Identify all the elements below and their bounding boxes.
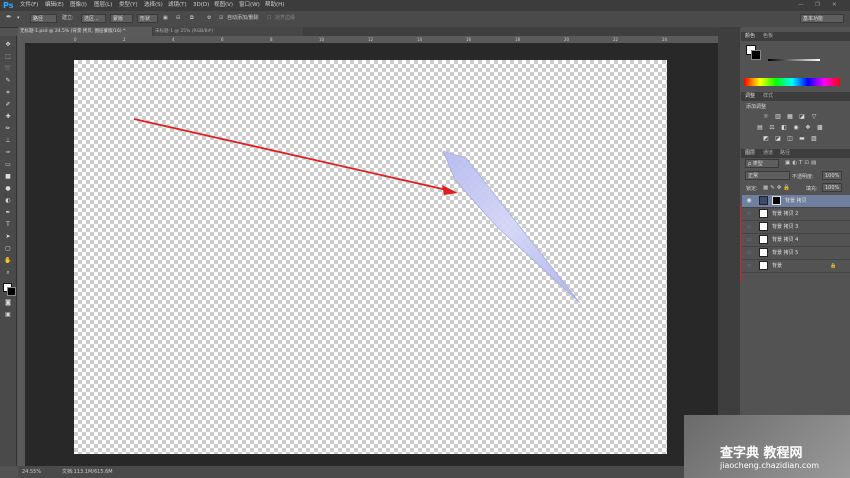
fill-label: 填充: [806,186,818,192]
layer-name[interactable]: 背景 拷贝 5 [772,247,798,259]
lock-icons[interactable]: ▦✎✥🔒 [763,185,792,191]
visibility-eye-icon[interactable]: ▫ [745,260,753,272]
adjust-tab[interactable]: 调整 [745,92,755,101]
levels-icon[interactable]: ▥ [774,113,782,120]
layer-thumbnail [759,261,768,270]
zoom-level[interactable]: 24.55% [22,466,41,478]
opacity-input[interactable]: 100% [822,171,842,180]
layer-thumbnail [759,235,768,244]
color-slider[interactable] [768,59,820,61]
adjustments-panel-header: 调整 样式 [741,92,850,101]
posterize-icon[interactable]: ◪ [774,135,782,142]
style-tab[interactable]: 样式 [763,92,773,101]
layers-panel-header: 图层 通道 路径 [741,149,850,158]
color-panel-header: 颜色 色板 [741,32,850,41]
lock-label: 锁定: [746,186,758,192]
color-spectrum[interactable] [744,78,840,86]
annotation-arrow-head [442,185,458,195]
hue-icon[interactable]: ▤ [756,124,764,131]
vibrance-icon[interactable]: ▽ [810,113,818,120]
blend-mode-select[interactable]: 正常 [745,171,790,180]
layer-name[interactable]: 背景 拷贝 [785,195,807,207]
photo-filter-icon[interactable]: ◉ [792,124,800,131]
visibility-eye-icon[interactable]: ▫ [745,247,753,259]
lookup-icon[interactable]: ▩ [816,124,824,131]
watermark-url: jiaocheng.chazidian.com [720,461,820,470]
color-tab[interactable]: 颜色 [745,32,755,41]
mixer-icon[interactable]: ❖ [804,124,812,131]
opacity-label: 不透明度: [792,174,814,180]
paths-tab[interactable]: 路径 [780,149,790,158]
brightness-icon[interactable]: ☼ [762,113,770,120]
kind-filter-select[interactable]: ρ 类型 [745,159,779,168]
layer-row[interactable]: ▫ 背景 拷贝 2 [742,208,850,221]
layer-mask-thumbnail[interactable] [772,196,781,205]
layer-name[interactable]: 背景 [772,260,782,272]
watermark: 查字典 教程网 jiaocheng.chazidian.com [684,415,850,478]
layer-name[interactable]: 背景 拷贝 2 [772,208,798,220]
watermark-title: 查字典 教程网 [720,446,803,461]
swatch-tab[interactable]: 色板 [763,32,773,41]
layer-thumbnail [759,222,768,231]
status-bar: 24.55% 文档:113.1M/615.6M [18,466,718,478]
layer-row[interactable]: ▫ 背景 🔒 [742,260,850,273]
gradient-map-icon[interactable]: ▬ [798,135,806,142]
layer-thumbnail [759,196,768,205]
filter-icons[interactable]: ▣◐T⊡▤ [785,160,818,166]
layer-name[interactable]: 背景 拷贝 4 [772,234,798,246]
visibility-eye-icon[interactable]: ◉ [745,195,753,207]
layer-thumbnail [759,248,768,257]
layers-tab[interactable]: 图层 [745,149,755,158]
layer-row[interactable]: ▫ 背景 拷贝 4 [742,234,850,247]
layer-row[interactable]: ▫ 背景 拷贝 3 [742,221,850,234]
transparent-shape[interactable] [442,150,581,304]
layer-name[interactable]: 背景 拷贝 3 [772,221,798,233]
selective-color-icon[interactable]: ▨ [810,135,818,142]
curves-icon[interactable]: ▦ [786,113,794,120]
layer-thumbnail [759,209,768,218]
invert-icon[interactable]: ◩ [762,135,770,142]
visibility-eye-icon[interactable]: ▫ [745,234,753,246]
channels-tab[interactable]: 通道 [763,149,773,158]
lock-icon: 🔒 [830,263,837,269]
annotation-arrow-line [133,118,448,191]
threshold-icon[interactable]: ◫ [786,135,794,142]
doc-info[interactable]: 文档:113.1M/615.6M [62,466,113,478]
bw-icon[interactable]: ◧ [780,124,788,131]
add-adjustment-label: 添加调整 [746,104,767,110]
exposure-icon[interactable]: ◪ [798,113,806,120]
visibility-eye-icon[interactable]: ▫ [745,221,753,233]
fill-input[interactable]: 100% [822,183,842,192]
layer-row[interactable]: ▫ 背景 拷贝 5 [742,247,850,260]
bg-color-chip[interactable] [751,50,761,60]
layer-row[interactable]: ◉ 背景 拷贝 [742,195,850,208]
balance-icon[interactable]: ⚖ [768,124,776,131]
collapsed-panel-strip [718,27,740,466]
visibility-eye-icon[interactable]: ▫ [745,208,753,220]
